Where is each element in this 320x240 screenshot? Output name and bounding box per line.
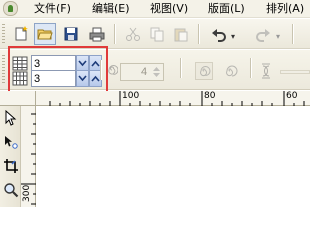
shape-tool-icon	[4, 136, 18, 149]
crop-tool[interactable]	[2, 156, 19, 176]
ruler-label: 100	[122, 91, 140, 101]
undo-button[interactable]	[208, 23, 230, 45]
spiral-revolutions-spinner[interactable]	[150, 64, 163, 80]
open-icon	[37, 29, 53, 40]
highlight-annotation	[8, 46, 108, 96]
redo-icon	[256, 29, 270, 42]
cut-icon	[126, 27, 140, 41]
undo-icon	[212, 29, 226, 42]
print-button[interactable]	[86, 23, 108, 45]
pointer-icon	[5, 110, 16, 126]
logarithmic-spiral-button[interactable]	[219, 60, 241, 82]
drawing-canvas[interactable]	[37, 107, 310, 207]
expansion-factor-icon	[262, 63, 270, 79]
logarithmic-spiral-icon	[226, 65, 238, 77]
menu-edit[interactable]: 编辑(E)	[92, 2, 130, 16]
horizontal-ruler[interactable]: 100 80 60	[36, 91, 310, 106]
expansion-factor-slider[interactable]	[280, 70, 310, 74]
pick-tool[interactable]	[2, 108, 19, 128]
application-window: 文件(F) 编辑(E) 视图(V) 版面(L) 排列(A) ▾ ▾ 3 3 4 …	[0, 0, 310, 207]
ruler-label: 60	[286, 91, 298, 101]
copy-icon	[150, 27, 164, 42]
shape-tool[interactable]	[2, 132, 19, 152]
menu-layout[interactable]: 版面(L)	[208, 2, 245, 16]
toolbar-separator	[292, 24, 293, 44]
paste-icon	[174, 28, 188, 42]
redo-button[interactable]	[252, 23, 274, 45]
chevron-up-icon	[153, 67, 160, 71]
toolbox	[0, 106, 21, 207]
save-button[interactable]	[60, 23, 82, 45]
symmetric-spiral-button[interactable]	[193, 60, 215, 82]
menu-bar: 文件(F) 编辑(E) 视图(V) 版面(L) 排列(A)	[0, 0, 310, 18]
chevron-down-icon	[153, 73, 160, 77]
ruler-label: 300	[22, 184, 32, 202]
app-icon[interactable]	[3, 1, 18, 16]
copy-button[interactable]	[146, 23, 168, 45]
standard-toolbar: ▾ ▾	[0, 19, 310, 49]
symmetric-spiral-icon	[195, 62, 213, 80]
new-button[interactable]	[10, 23, 32, 45]
paste-button[interactable]	[170, 23, 192, 45]
ruler-label: 80	[204, 91, 216, 101]
magnifier-icon	[3, 183, 18, 198]
cut-button[interactable]	[122, 23, 144, 45]
propbar-grip[interactable]	[2, 55, 5, 85]
toolbar-separator	[114, 24, 115, 44]
crop-icon	[3, 159, 18, 173]
vertical-ruler[interactable]: 300	[21, 106, 36, 207]
print-icon	[89, 27, 105, 42]
undo-dropdown-icon[interactable]: ▾	[231, 32, 235, 41]
menu-arrange[interactable]: 排列(A)	[266, 2, 304, 16]
propbar-separator	[250, 58, 251, 78]
menu-view[interactable]: 视图(V)	[150, 2, 188, 16]
new-icon	[15, 26, 28, 41]
zoom-tool[interactable]	[2, 180, 19, 200]
redo-dropdown-icon[interactable]: ▾	[276, 32, 280, 41]
open-button[interactable]	[34, 23, 56, 45]
toolbar-grip[interactable]	[2, 24, 5, 44]
ruler-origin[interactable]	[0, 91, 48, 106]
menu-file[interactable]: 文件(F)	[34, 2, 71, 16]
horizontal-ruler-ticks	[49, 91, 305, 106]
toolbar-separator	[198, 24, 199, 44]
propbar-separator	[180, 58, 181, 78]
save-icon	[64, 27, 78, 41]
